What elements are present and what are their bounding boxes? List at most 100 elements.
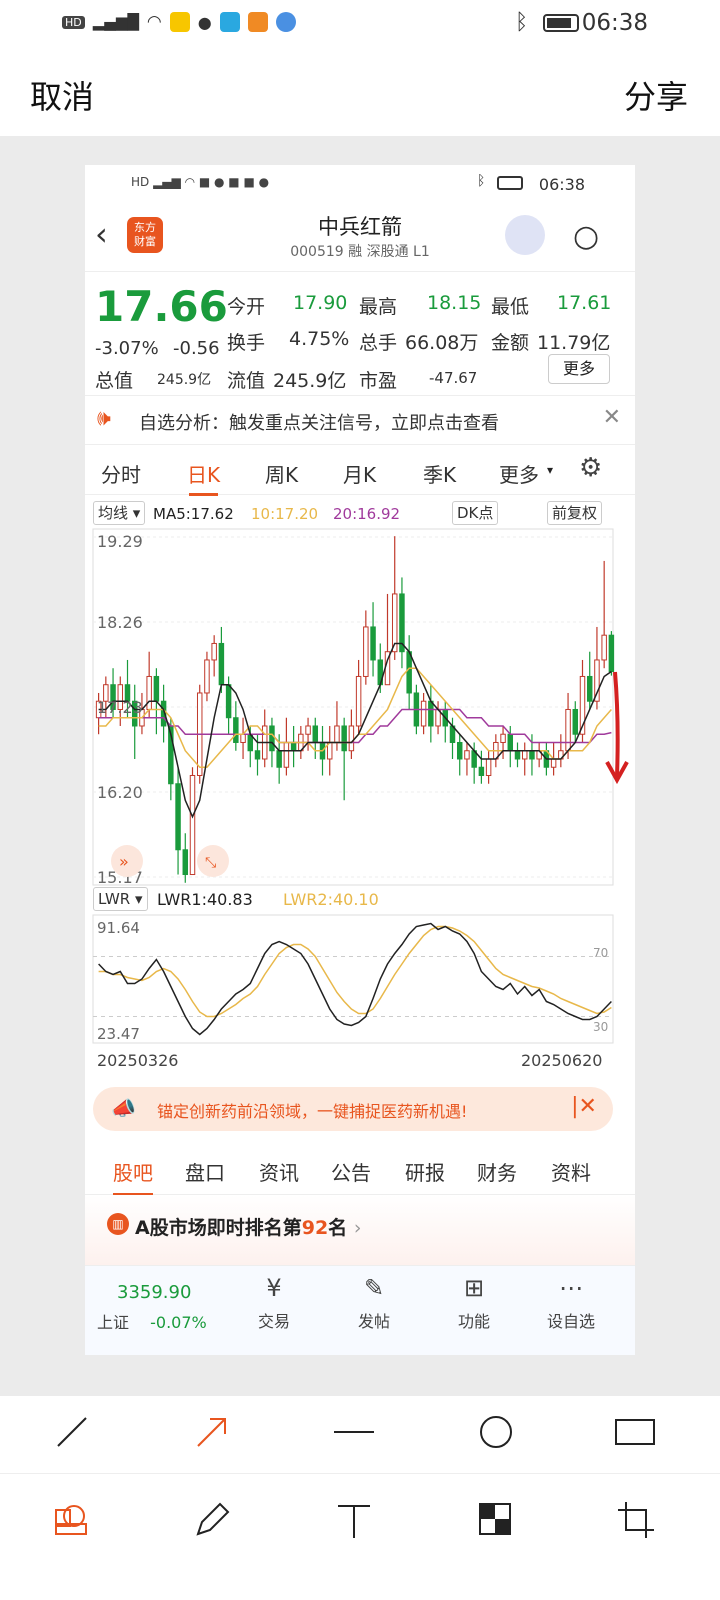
tab-announcements[interactable]: 公告 (331, 1157, 371, 1186)
kline-chart[interactable]: 19.2918.2617.2316.2015.17 » ⤡ (91, 527, 621, 887)
promo-close-icon[interactable]: |✕ (571, 1094, 597, 1119)
share-button[interactable]: 分享 (624, 72, 688, 118)
candle-body (370, 626, 376, 661)
red-annotation-arrow (605, 671, 629, 785)
pencil-icon[interactable] (192, 1500, 232, 1540)
text-tool-icon[interactable] (334, 1500, 374, 1540)
tab-research[interactable]: 研报 (405, 1157, 445, 1186)
tab-weekly[interactable]: 周K (265, 459, 298, 488)
app-icon-blue (219, 12, 240, 32)
tab-forum[interactable]: 股吧 (113, 1157, 153, 1196)
robot-avatar-icon[interactable] (505, 215, 545, 255)
dk-button[interactable]: DK点 (452, 501, 499, 525)
watchlist-button[interactable]: ⋯ 设自选 (541, 1274, 601, 1332)
cancel-button[interactable]: 取消 (30, 72, 94, 118)
candle-body (175, 783, 181, 851)
rank-banner[interactable]: ▥ A股市场即时排名第92名 › (85, 1195, 635, 1265)
chart-period-tabs: 分时 日K 周K 月K 季K 更多 ▾ ⚙ (85, 447, 635, 496)
inner-status-icons: HD ▂▄▆ ◠ ■ ● ■ ■ ● (131, 175, 270, 189)
tab-profile[interactable]: 资料 (551, 1157, 591, 1186)
candle-body (290, 741, 297, 752)
signal-icon: ▂▄▆█ (92, 13, 139, 31)
stock-name: 中兵红箭 (318, 215, 402, 239)
candle-body (348, 725, 355, 752)
notice-text: 自选分析：触发重点关注信号，立即点击查看 (139, 413, 499, 434)
candle-body (225, 684, 232, 719)
rank-chart-icon: ▥ (107, 1213, 129, 1235)
line-tool-icon[interactable] (54, 1414, 90, 1450)
status-bar: HD ▂▄▆█ ◠ ● ᛒ 06:38 (0, 0, 720, 48)
ma-select[interactable]: 均线 ▾ (93, 501, 146, 525)
y-tick-label: 19.29 (97, 532, 143, 551)
candle-body (355, 675, 362, 727)
trade-button[interactable]: ¥ 交易 (249, 1274, 299, 1332)
rectangle-tool-icon[interactable] (614, 1416, 658, 1448)
candle-body (550, 758, 557, 768)
volume-value: 66.08万 (405, 332, 479, 354)
search-icon[interactable]: ○ (573, 219, 599, 254)
candle-body (254, 750, 261, 760)
ma5-label: MA5:17.62 (153, 505, 234, 523)
stock-header: ‹ 东方 财富 中兵红箭 000519 融 深股通 L1 ○ (85, 201, 635, 271)
status-icons: HD ▂▄▆█ ◠ ● (62, 12, 296, 32)
bluetooth-icon: ᛒ (515, 10, 529, 35)
inner-status-time: 06:38 (538, 175, 585, 194)
candle-body (189, 774, 196, 876)
candle-body (507, 733, 514, 752)
notice-bar[interactable]: 🕪 自选分析：触发重点关注信号，立即点击查看 ✕ (85, 395, 635, 445)
candle-body (283, 741, 290, 768)
candle-body (341, 725, 347, 752)
function-button[interactable]: ⊞ 功能 (449, 1274, 499, 1332)
candle-body (608, 634, 615, 673)
volume-label: 总手 (359, 332, 398, 354)
app-icon-orange (247, 12, 268, 32)
adjust-button[interactable]: 前复权 (547, 501, 603, 525)
circle-tool-icon[interactable] (476, 1412, 516, 1452)
arrow-tool-icon[interactable] (194, 1414, 230, 1450)
crop-icon[interactable] (616, 1500, 656, 1540)
turnover-value: 4.75% (289, 328, 350, 350)
pe-value: -47.67 (429, 369, 478, 387)
candle-body (485, 758, 492, 776)
post-button[interactable]: ✎ 发帖 (349, 1274, 399, 1332)
lwr-select[interactable]: LWR ▾ (93, 887, 148, 911)
change-abs: -0.56 (173, 338, 220, 359)
shapes-mode-icon[interactable] (50, 1500, 90, 1540)
tab-more[interactable]: 更多 (499, 459, 539, 488)
candle-body (363, 626, 369, 677)
candle-body (521, 750, 528, 760)
candle-body (529, 750, 535, 760)
settings-gear-icon[interactable]: ⚙ (579, 453, 602, 483)
promo-banner[interactable]: 📣 锚定创新药前沿领域，一键捕捉医药新机遇! |✕ (93, 1087, 613, 1131)
candle-body (514, 750, 521, 760)
lwr-chart[interactable]: 91.64 23.47 70 30 (91, 913, 621, 1045)
low-value: 17.61 (557, 292, 612, 314)
more-dots-icon: ⋯ (559, 1274, 583, 1302)
index-ticker[interactable]: 3359.90 上证 -0.07% (97, 1274, 217, 1333)
candle-body (153, 675, 160, 702)
close-icon[interactable]: ✕ (603, 405, 621, 430)
tab-orderbook[interactable]: 盘口 (185, 1157, 225, 1186)
open-label: 今开 (227, 296, 266, 318)
more-button[interactable]: 更多 (548, 354, 610, 384)
tab-finance[interactable]: 财务 (477, 1157, 517, 1186)
tab-quarterly[interactable]: 季K (423, 459, 456, 488)
tab-daily[interactable]: 日K (187, 459, 220, 496)
lwr-legend: LWR ▾ LWR1:40.83 LWR2:40.10 (85, 887, 635, 913)
high-label: 最高 (359, 296, 398, 318)
candle-body (586, 675, 593, 702)
tab-intraday[interactable]: 分时 (101, 459, 141, 488)
ma10-label: 10:17.20 (251, 505, 319, 523)
inner-status-bar: HD ▂▄▆ ◠ ■ ● ■ ■ ● ᛒ 06:38 (85, 165, 635, 201)
straight-line-tool-icon[interactable] (332, 1414, 376, 1450)
info-tabs: 股吧 盘口 资讯 公告 研报 财务 资料 (85, 1145, 635, 1196)
candle-body (420, 700, 427, 727)
mosaic-icon[interactable] (478, 1502, 514, 1538)
tab-news[interactable]: 资讯 (259, 1157, 299, 1186)
tab-monthly[interactable]: 月K (343, 459, 376, 488)
date-start: 20250326 (97, 1051, 179, 1070)
battery-icon (543, 14, 579, 32)
date-end: 20250620 (521, 1051, 603, 1070)
y-tick-label: 18.26 (97, 613, 143, 632)
candle-body (572, 708, 579, 735)
